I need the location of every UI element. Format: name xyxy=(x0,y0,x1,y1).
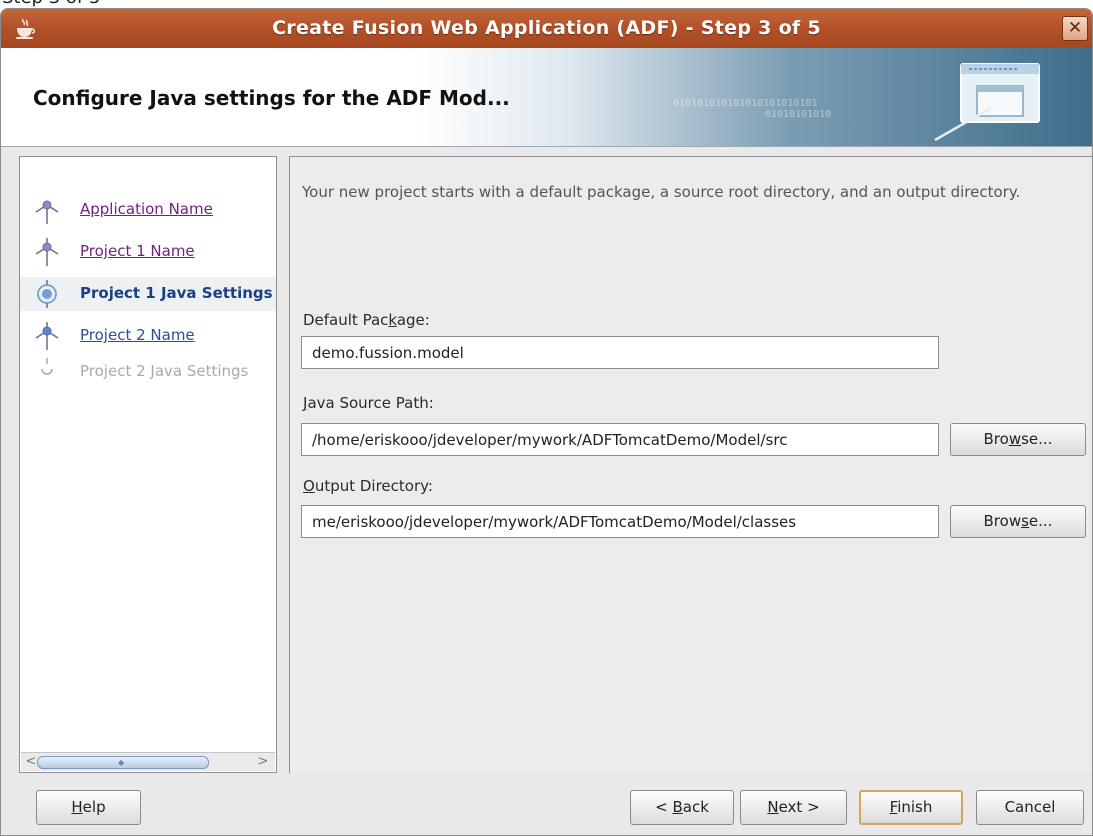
output-directory-label: Output Directory: xyxy=(303,477,433,495)
header-title: Configure Java settings for the ADF Mod.… xyxy=(33,86,510,110)
java-source-path-label: Java Source Path: xyxy=(303,394,434,412)
step-label[interactable]: Project 2 Name xyxy=(80,326,195,344)
wizard-dialog: Create Fusion Web Application (ADF) - St… xyxy=(0,8,1093,836)
browse-output-button[interactable]: Browse... xyxy=(950,505,1086,538)
pending-step-icon xyxy=(41,358,53,375)
binary-line: 01010101010 xyxy=(765,109,832,120)
step-project-1-name[interactable]: Project 1 Name xyxy=(20,235,276,269)
grip-icon: ◆ xyxy=(118,758,125,767)
step-label[interactable]: Application Name xyxy=(80,200,213,218)
window-title: Create Fusion Web Application (ADF) - St… xyxy=(272,17,821,39)
output-directory-input[interactable] xyxy=(301,505,939,538)
windows-pen-icon xyxy=(934,63,1040,142)
cancel-button[interactable]: Cancel xyxy=(976,790,1084,825)
step-project-1-java-settings[interactable]: Project 1 Java Settings xyxy=(20,277,276,311)
help-button[interactable]: Help xyxy=(36,790,141,825)
step-label[interactable]: Project 1 Java Settings xyxy=(80,284,273,302)
mnemonic-o: O xyxy=(303,477,315,495)
visited-step-icon xyxy=(35,238,59,266)
java-source-path-input[interactable] xyxy=(301,423,939,456)
step-label: Project 2 Java Settings xyxy=(80,362,249,380)
binary-line: 010101010101010101010101 xyxy=(673,98,818,109)
step-application-name[interactable]: Application Name xyxy=(20,193,276,227)
visited-step-icon xyxy=(35,200,59,224)
top-text: Step 3 of 5 xyxy=(2,0,100,8)
mnemonic-k: k xyxy=(388,311,397,329)
close-icon: ✕ xyxy=(1067,18,1083,38)
java-settings-form: Your new project starts with a default p… xyxy=(289,156,1092,773)
close-button[interactable]: ✕ xyxy=(1062,16,1088,41)
scroll-thumb[interactable]: ◆ xyxy=(37,756,209,769)
step-label[interactable]: Project 1 Name xyxy=(80,242,195,260)
wizard-steps-panel: Application Name Project 1 Name Project … xyxy=(19,156,277,773)
current-step-icon xyxy=(37,280,57,308)
visited-step-icon xyxy=(35,322,59,350)
default-package-label: Default Package: xyxy=(303,311,430,329)
step-project-2-java-settings: Project 2 Java Settings xyxy=(20,355,276,389)
header-binary-decoration: 010101010101010101010101 01010101010 xyxy=(673,98,831,120)
next-button[interactable]: Next > xyxy=(740,790,847,825)
default-package-input[interactable] xyxy=(301,336,939,369)
finish-button[interactable]: Finish xyxy=(859,790,963,825)
wizard-header: Configure Java settings for the ADF Mod.… xyxy=(1,48,1092,147)
browse-source-button[interactable]: Browse... xyxy=(950,423,1086,456)
steps-horizontal-scrollbar[interactable]: < ◆ > xyxy=(21,752,275,771)
description-text: Your new project starts with a default p… xyxy=(302,183,1021,201)
title-bar[interactable]: Create Fusion Web Application (ADF) - St… xyxy=(1,9,1092,48)
back-button[interactable]: < Back xyxy=(630,790,734,825)
step-project-2-name[interactable]: Project 2 Name xyxy=(20,319,276,353)
scroll-right-icon[interactable]: > xyxy=(255,753,271,771)
